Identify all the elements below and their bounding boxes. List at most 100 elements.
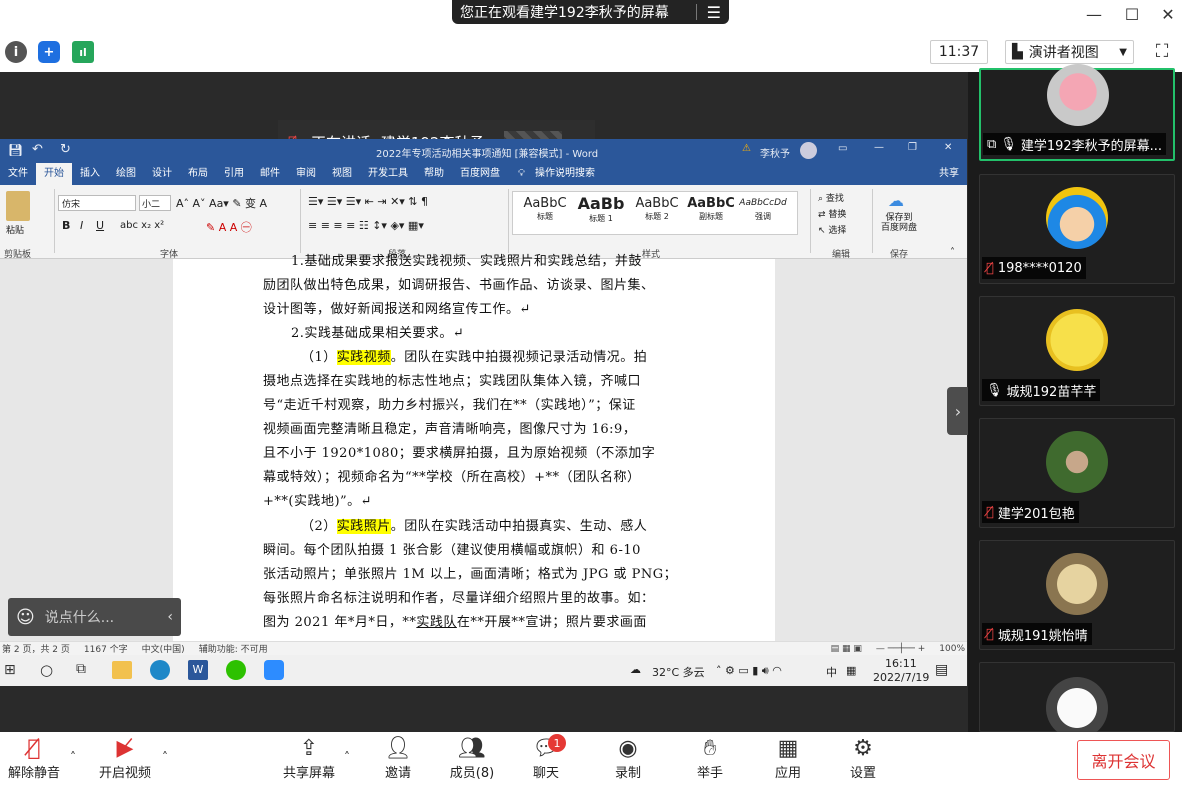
language[interactable]: 中文(中国) xyxy=(142,642,185,655)
maximize-button[interactable]: ☐ xyxy=(1120,4,1144,26)
close-button[interactable]: ✕ xyxy=(1156,4,1180,26)
redo-icon[interactable]: ↻ xyxy=(60,142,71,157)
participant-tile[interactable]: 🎙̸ 198****0120 xyxy=(979,174,1175,284)
style-title[interactable]: AaBbC 标题 xyxy=(517,196,573,222)
ime-grid-icon[interactable]: ▦ xyxy=(846,664,856,677)
word-icon[interactable]: W xyxy=(188,660,208,680)
word-count[interactable]: 1167 个字 xyxy=(84,642,128,655)
tab-help[interactable]: 帮助 xyxy=(416,163,452,185)
word-window[interactable]: 💾︎ ↶ ↻ 2022年专项活动相关事项通知 [兼容模式] - Word ⚠ 李… xyxy=(0,139,967,655)
windows-start-icon[interactable]: ⊞ xyxy=(4,662,16,678)
tab-draw[interactable]: 绘图 xyxy=(108,163,144,185)
word-restore-button[interactable]: ❐ xyxy=(908,142,917,153)
fullscreen-icon[interactable]: ⛶ xyxy=(1150,40,1174,64)
paste-button[interactable]: 粘贴 xyxy=(6,223,24,236)
emoji-icon[interactable]: ☺ xyxy=(16,607,35,628)
style-emphasis[interactable]: AaBbCcDd 强调 xyxy=(735,198,791,222)
view-switch-button[interactable]: ▙ 演讲者视图 ▼ xyxy=(1005,40,1134,64)
chat-input[interactable]: ☺ 说点什么... ‹ xyxy=(8,598,181,636)
ime-indicator[interactable]: 中 xyxy=(826,664,837,680)
accessibility-status[interactable]: 辅助功能: 不可用 xyxy=(199,642,268,655)
signal-icon[interactable]: ıl xyxy=(72,41,94,63)
undo-icon[interactable]: ↶ xyxy=(32,142,43,157)
find-button[interactable]: ⌕ 查找 xyxy=(818,191,844,204)
tab-insert[interactable]: 插入 xyxy=(72,163,108,185)
tab-baidu[interactable]: 百度网盘 xyxy=(452,163,508,185)
font-name-select[interactable]: 仿宋 xyxy=(58,195,136,211)
leave-meeting-button[interactable]: 离开会议 xyxy=(1077,740,1170,780)
info-icon[interactable]: i xyxy=(5,41,27,63)
participant-tile[interactable]: ⧉ 🎙︎ 建学192李秋予的屏幕... xyxy=(979,64,1175,161)
font-color-icon[interactable]: ✎ A A ㊀ xyxy=(206,219,252,235)
wechat-icon[interactable] xyxy=(226,660,246,680)
apps-button[interactable]: ▦ 应用 xyxy=(770,736,806,781)
record-button[interactable]: ◉ 录制 xyxy=(610,736,646,781)
tab-mailings[interactable]: 邮件 xyxy=(252,163,288,185)
style-subtitle[interactable]: AaBbC 副标题 xyxy=(683,196,739,222)
share-notice-pill[interactable]: 您正在观看建学192李秋予的屏幕 ☰ xyxy=(452,0,729,24)
avatar[interactable] xyxy=(800,142,817,159)
bold-icon[interactable]: B xyxy=(62,219,70,232)
underline-icon[interactable]: U xyxy=(96,219,104,232)
hamburger-icon[interactable]: ☰ xyxy=(707,3,721,22)
italic-icon[interactable]: I xyxy=(80,219,83,232)
document-page[interactable]: 1.基础成果要求报送实践视频、实践照片和实践总结，并鼓 励团队做出特色成果，如调… xyxy=(173,254,775,641)
tab-developer[interactable]: 开发工具 xyxy=(360,163,416,185)
participant-tile[interactable]: 🎙︎ 城规192苗芊芊 xyxy=(979,296,1175,406)
collapse-chat-icon[interactable]: ‹ xyxy=(167,609,173,625)
ribbon-display-icon[interactable]: ▭ xyxy=(838,143,847,154)
strike-sub-sup-icon[interactable]: abc x₂ x² xyxy=(120,220,164,231)
meeting-app-icon[interactable] xyxy=(264,660,284,680)
shield-icon[interactable]: + xyxy=(38,41,60,63)
chevron-up-icon[interactable]: ˄ xyxy=(70,750,76,764)
font-grow-icon[interactable]: A˄ A˅ Aa▾ ✎ 变 A xyxy=(176,195,267,211)
search-icon[interactable]: ○ xyxy=(40,661,53,679)
chevron-up-icon[interactable]: ˄ xyxy=(344,750,350,764)
folder-icon[interactable] xyxy=(112,661,132,679)
raise-hand-button[interactable]: ✋︎ 举手 xyxy=(692,736,728,781)
page-count[interactable]: 第 2 页，共 2 页 xyxy=(2,642,70,655)
replace-button[interactable]: ⇄ 替换 xyxy=(818,207,846,220)
list-icon[interactable]: ☰▾ ☰▾ ☰▾ ⇤ ⇥ ✕▾ ⇅ ¶ xyxy=(308,195,428,208)
notification-icon[interactable]: ▤ xyxy=(935,662,948,678)
share-button[interactable]: 共享 xyxy=(931,163,967,185)
tell-me-search[interactable]: 操作说明搜索 xyxy=(527,163,603,185)
view-mode-icons[interactable]: ▤ ▦ ▣ xyxy=(831,644,862,654)
word-close-button[interactable]: ✕ xyxy=(944,142,952,153)
paste-icon[interactable] xyxy=(6,191,30,221)
participant-tile[interactable]: 🎙̸ 建学201包艳 xyxy=(979,418,1175,528)
save-icon[interactable]: 💾︎ xyxy=(8,143,23,157)
members-button[interactable]: 👥︎ 成员(8) xyxy=(446,736,498,781)
tray-date[interactable]: 2022/7/19 xyxy=(873,671,929,684)
tab-references[interactable]: 引用 xyxy=(216,163,252,185)
tray-time[interactable]: 16:11 xyxy=(885,657,917,670)
select-button[interactable]: ↖ 选择 xyxy=(818,223,846,236)
share-screen-button[interactable]: ⇪ 共享屏幕 xyxy=(280,736,338,781)
start-video-button[interactable]: ▶̸ 开启视频 xyxy=(96,736,154,781)
settings-button[interactable]: ⚙ 设置 xyxy=(845,736,881,781)
style-heading1[interactable]: AaBb 标题 1 xyxy=(573,194,629,224)
minimize-button[interactable]: — xyxy=(1082,4,1106,26)
zoom-slider[interactable]: — ──┼── + xyxy=(876,644,925,654)
weather[interactable]: 32°C 多云 xyxy=(652,664,705,680)
task-view-icon[interactable]: ⧉ xyxy=(76,661,86,677)
panel-toggle-handle[interactable]: › xyxy=(947,387,969,435)
word-minimize-button[interactable]: — xyxy=(874,142,884,153)
align-icon[interactable]: ≡ ≡ ≡ ≡ ☷ ↕▾ ◈▾ ▦▾ xyxy=(308,219,424,232)
font-size-select[interactable]: 小二 xyxy=(139,195,171,211)
chevron-up-icon[interactable]: ˄ xyxy=(162,750,168,764)
styles-gallery[interactable]: AaBbC 标题 AaBb 标题 1 AaBbC 标题 2 AaBbC 副标题 AaBb… xyxy=(512,191,798,235)
tray-icons[interactable]: ˄ ⚙ ▭ ▮ 🔊︎ ◠ xyxy=(716,664,782,678)
style-heading2[interactable]: AaBbC 标题 2 xyxy=(629,196,685,222)
tab-layout[interactable]: 布局 xyxy=(180,163,216,185)
edge-icon[interactable] xyxy=(150,660,170,680)
invite-button[interactable]: 👤︎ 邀请 xyxy=(380,736,416,781)
tab-review[interactable]: 审阅 xyxy=(288,163,324,185)
unmute-button[interactable]: 🎙̸ 解除静音 xyxy=(6,736,62,781)
tab-file[interactable]: 文件 xyxy=(0,163,36,185)
tab-design[interactable]: 设计 xyxy=(144,163,180,185)
save-to-baidu-button[interactable]: 保存到 百度网盘 xyxy=(878,213,920,233)
participant-tile[interactable] xyxy=(979,662,1175,739)
zoom-level[interactable]: 100% xyxy=(939,644,965,654)
collapse-ribbon-icon[interactable]: ˄ xyxy=(950,247,955,258)
